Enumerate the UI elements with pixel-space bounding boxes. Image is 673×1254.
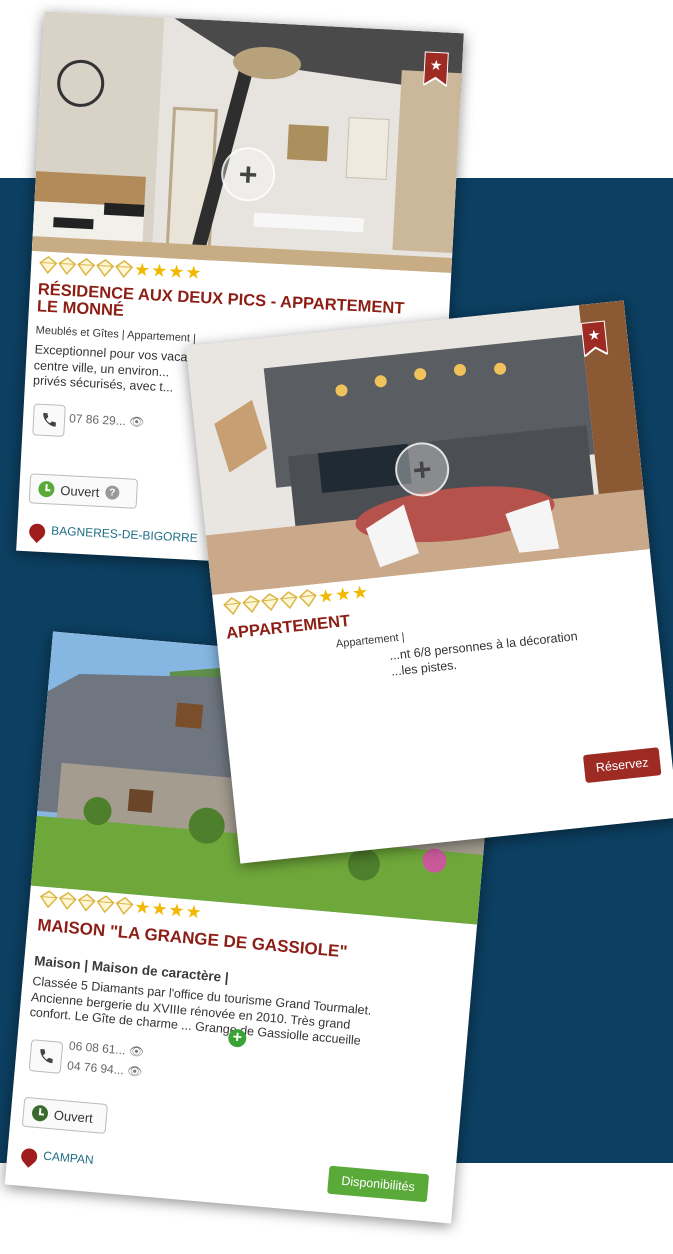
phone-number-2[interactable]: 04 76 94... 👁 xyxy=(67,1058,143,1079)
star-icon: ★ xyxy=(133,896,152,919)
star-icon: ★ xyxy=(150,260,168,282)
phone-number-text: 04 76 94... xyxy=(66,1058,125,1078)
star-icon: ★ xyxy=(133,259,151,281)
location-link[interactable]: CAMPAN xyxy=(43,1149,94,1167)
listing-category: Meublés et Gîtes | Appartement | xyxy=(35,324,197,345)
phone-number-1[interactable]: 06 08 61... 👁 xyxy=(68,1039,144,1060)
phone-icon xyxy=(43,412,56,427)
diamond-icon xyxy=(96,258,115,278)
bookmark-star-icon[interactable]: ★ xyxy=(580,320,609,357)
star-icon: ★ xyxy=(316,585,336,607)
phone-number[interactable]: 07 86 29... 👁 xyxy=(69,411,145,429)
listing-description: ...nt 6/8 personnes à la décoration ...l… xyxy=(389,621,659,680)
diamond-icon xyxy=(77,257,96,277)
availability-button[interactable]: Disponibilités xyxy=(327,1165,430,1203)
diamond-icon xyxy=(39,890,58,909)
diamond-icon xyxy=(77,893,96,912)
diamond-icon xyxy=(96,895,115,914)
reserve-button[interactable]: Réservez xyxy=(582,747,662,784)
diamond-icon xyxy=(58,256,77,276)
listing-photo[interactable]: + xyxy=(186,300,650,596)
diamond-icon xyxy=(115,259,134,279)
phone-icon xyxy=(40,1049,53,1064)
bookmark-star-icon[interactable]: ★ xyxy=(423,51,449,87)
star-icon: ★ xyxy=(184,262,203,283)
star-icon: ★ xyxy=(167,899,186,922)
diamond-icon xyxy=(260,593,280,612)
star-icon: ★ xyxy=(150,898,169,920)
eye-icon[interactable]: 👁 xyxy=(128,1044,144,1059)
clock-icon xyxy=(31,1104,49,1122)
clock-icon xyxy=(38,480,55,498)
phone-button[interactable] xyxy=(28,1039,64,1074)
star-icon: ★ xyxy=(167,261,185,283)
location-link[interactable]: BAGNERES-DE-BIGORRE xyxy=(51,523,198,545)
diamond-icon xyxy=(58,891,77,910)
phone-button[interactable] xyxy=(32,403,66,437)
star-icon: ★ xyxy=(184,901,203,923)
plus-icon[interactable]: + xyxy=(227,1028,248,1048)
phone-number-text: 06 08 61... xyxy=(68,1038,127,1058)
help-icon[interactable]: ? xyxy=(104,485,120,500)
open-status-button[interactable]: Ouvert xyxy=(21,1096,109,1135)
diamond-icon xyxy=(242,595,261,614)
eye-icon[interactable]: 👁 xyxy=(126,1064,142,1079)
rating-row: ★ ★ ★ ★ xyxy=(39,255,203,283)
svg-text:★: ★ xyxy=(587,327,601,344)
diamond-icon xyxy=(223,597,242,616)
star-icon: ★ xyxy=(333,583,353,606)
diamond-icon xyxy=(39,255,58,275)
open-status-button[interactable]: Ouvert ? xyxy=(28,473,139,509)
star-icon: ★ xyxy=(350,581,370,604)
open-label: Ouvert xyxy=(53,1106,94,1126)
listing-photo[interactable]: + xyxy=(31,11,464,274)
diamond-icon xyxy=(115,896,134,915)
diamond-icon xyxy=(279,591,298,610)
svg-text:★: ★ xyxy=(429,58,442,75)
open-label: Ouvert xyxy=(60,482,100,500)
map-pin-icon xyxy=(17,1145,41,1168)
diamond-icon xyxy=(298,589,317,608)
apartment-interior-photo xyxy=(31,11,464,274)
phone-number-text: 07 86 29... xyxy=(68,411,127,429)
map-pin-icon xyxy=(25,520,49,544)
eye-icon[interactable]: 👁 xyxy=(129,414,145,429)
listing-card-appartement[interactable]: + ★ ★ ★ ★ APPARTEMENT Appartement | ...nt … xyxy=(186,300,673,864)
